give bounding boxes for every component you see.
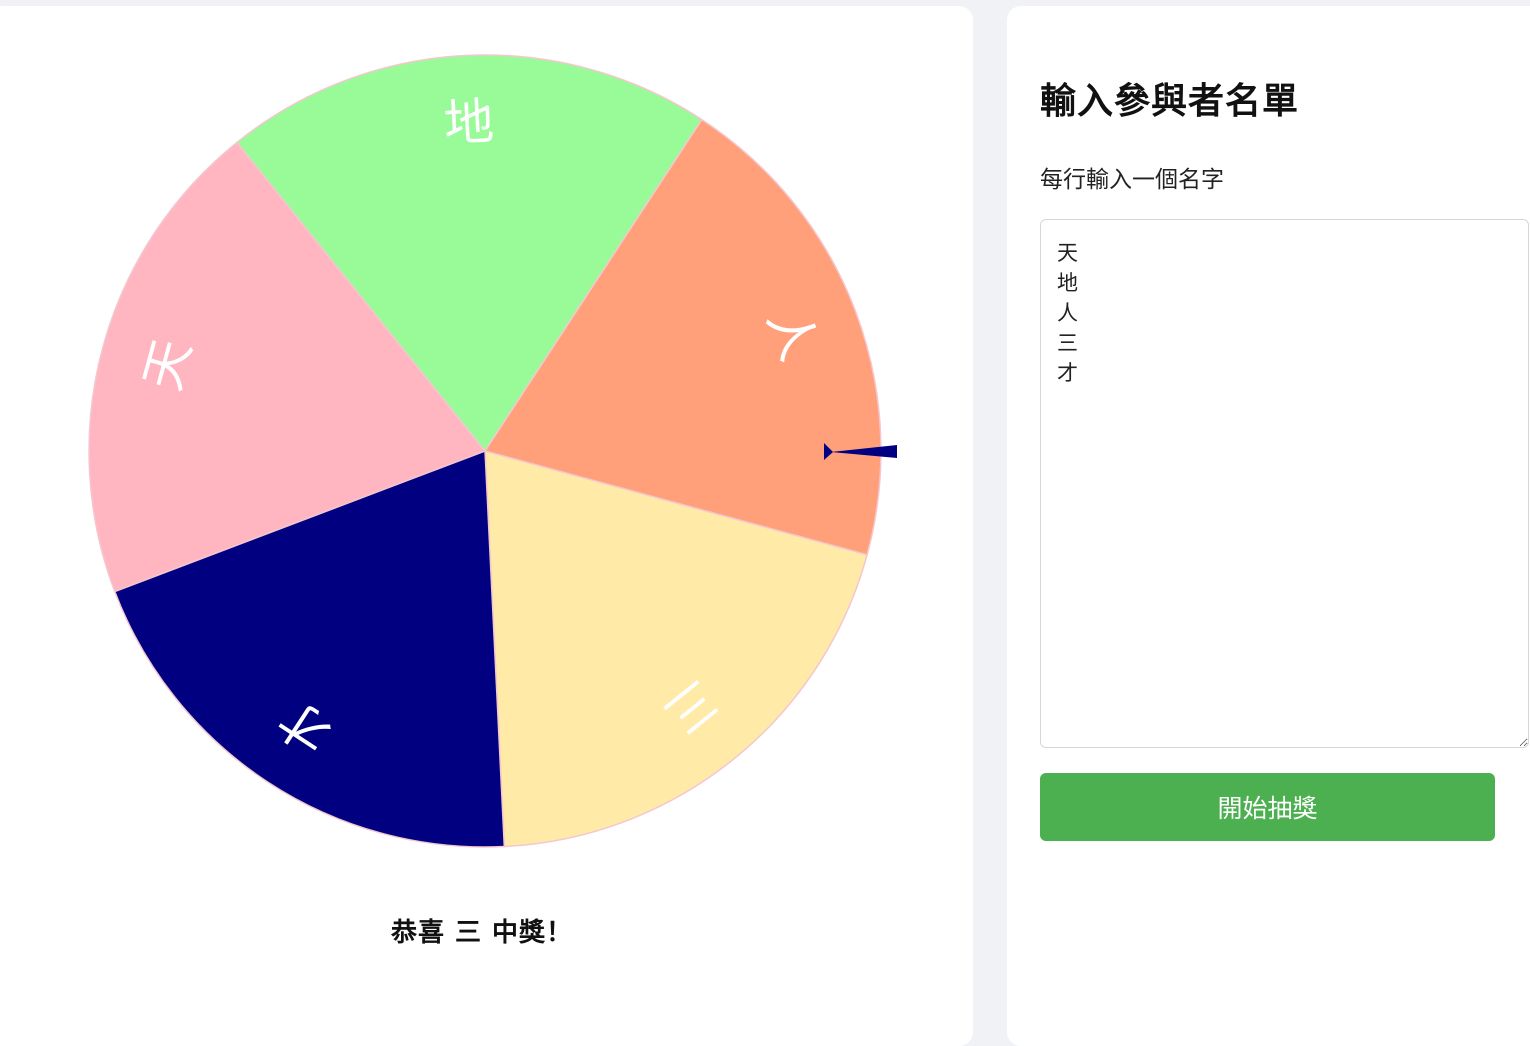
panel-title: 輸入參與者名單: [1040, 81, 1300, 122]
winner-announcement: 恭喜 三 中獎！: [390, 918, 574, 948]
prize-wheel: 天地人三才: [88, 54, 897, 848]
wheel-segments: 天地人三才: [88, 54, 882, 848]
participants-textarea[interactable]: 天 地 人 三 才: [1040, 219, 1529, 748]
input-hint: 每行輸入一個名字: [1040, 167, 1224, 193]
wheel-segment-label: 地: [443, 93, 496, 153]
start-draw-button[interactable]: 開始抽獎: [1040, 773, 1495, 841]
